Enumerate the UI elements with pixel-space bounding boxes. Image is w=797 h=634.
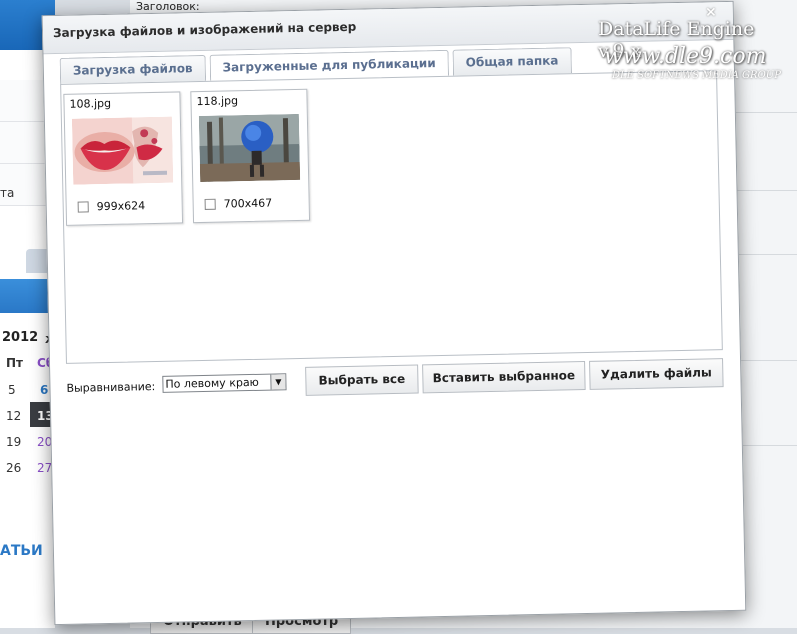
hiker-image-icon	[198, 113, 301, 183]
bg-divider	[735, 254, 797, 255]
file-card[interactable]: 118.jpg 700x467	[190, 88, 311, 224]
bg-title-label: Заголовок:	[136, 0, 200, 13]
select-all-button[interactable]: Выбрать все	[305, 364, 419, 396]
calendar-head-fri: Пт	[6, 356, 23, 370]
file-name: 108.jpg	[69, 96, 112, 111]
file-select-checkbox[interactable]	[204, 198, 216, 210]
bg-sidebar-fragment: та	[0, 186, 15, 200]
bg-divider	[735, 445, 797, 446]
calendar-day[interactable]: 6	[40, 383, 48, 397]
calendar-year: 2012	[2, 330, 39, 345]
bg-publish-link[interactable]: АТЬИ	[0, 543, 43, 559]
chevron-down-icon[interactable]: ▼	[270, 374, 286, 390]
bg-divider	[735, 112, 797, 113]
dialog-controls: Выравнивание: По левому краю ▼ Выбрать в…	[66, 358, 724, 402]
calendar-day[interactable]: 27	[37, 461, 52, 475]
file-dimensions: 999x624	[96, 199, 146, 214]
file-thumbnail[interactable]	[71, 116, 174, 185]
file-dimensions: 700x467	[223, 196, 273, 211]
file-card[interactable]: 108.jpg 999x624	[63, 91, 184, 226]
bg-divider	[735, 190, 797, 191]
delete-files-button[interactable]: Удалить файлы	[589, 358, 724, 390]
upload-dialog: Загрузка файлов и изображений на сервер …	[41, 0, 747, 626]
alignment-value: По левому краю	[165, 375, 260, 391]
watermark-group: DLE SOFTNEWS MEDIA GROUP	[612, 70, 781, 81]
calendar-day[interactable]: 12	[6, 409, 21, 423]
dialog-title: Загрузка файлов и изображений на сервер	[52, 19, 357, 41]
file-select-checkbox[interactable]	[77, 201, 89, 213]
calendar-day[interactable]: 26	[6, 461, 21, 475]
calendar-day[interactable]: 5	[8, 383, 16, 397]
file-name: 118.jpg	[196, 94, 239, 109]
alignment-select[interactable]: По левому краю ▼	[162, 373, 287, 393]
files-list: 108.jpg 999x624 118.jpg 700x467	[60, 70, 723, 364]
alignment-label: Выравнивание:	[66, 380, 156, 395]
file-thumbnail[interactable]	[198, 113, 301, 183]
tab-shared-folder[interactable]: Общая папка	[452, 47, 572, 76]
lips-image-icon	[71, 116, 174, 185]
watermark-url: www.dle9.com	[604, 44, 767, 69]
calendar-day[interactable]: 19	[6, 435, 21, 449]
tab-upload-files[interactable]: Загрузка файлов	[59, 54, 206, 84]
insert-selected-button[interactable]: Вставить выбранное	[422, 361, 586, 394]
bg-divider	[735, 360, 797, 361]
